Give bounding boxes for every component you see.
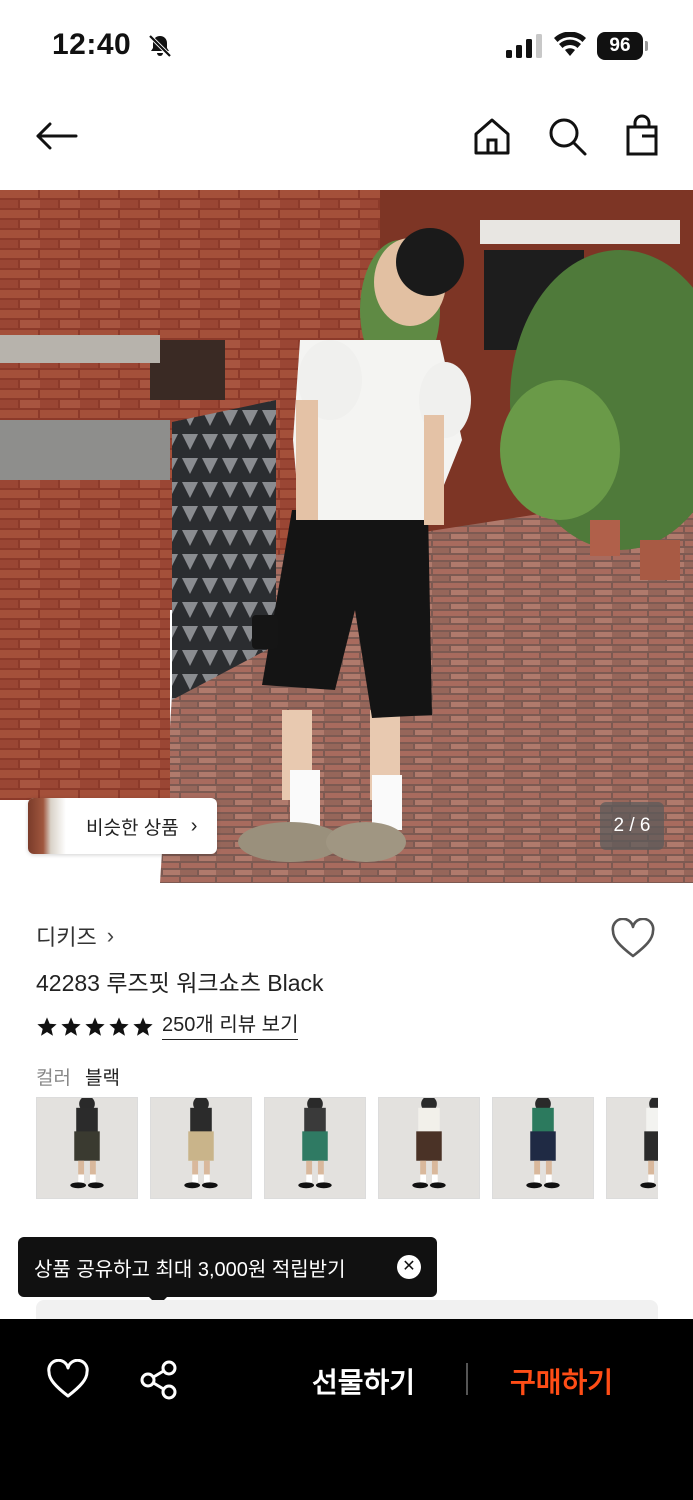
color-option-row: 컬러 블랙	[36, 1063, 120, 1090]
color-swatch[interactable]	[36, 1097, 138, 1199]
top-nav-bar	[0, 92, 693, 190]
rating-stars	[36, 1016, 154, 1038]
wifi-icon	[554, 32, 586, 56]
color-swatch[interactable]	[492, 1097, 594, 1199]
product-photo	[0, 190, 693, 883]
product-title: 42283 루즈핏 워크쇼츠 Black	[36, 970, 324, 996]
tooltip-text: 상품 공유하고 최대 3,000원 적립받기	[34, 1258, 346, 1281]
share-icon[interactable]	[138, 1359, 180, 1401]
back-arrow-icon[interactable]	[34, 114, 78, 158]
search-icon[interactable]	[545, 114, 589, 158]
star-icon	[109, 1017, 129, 1036]
brand-link[interactable]: 디키즈 ›	[36, 920, 114, 952]
similar-products-label: 비슷한 상품	[86, 817, 179, 839]
heart-icon[interactable]	[46, 1359, 90, 1401]
star-icon	[37, 1017, 57, 1036]
divider	[466, 1363, 468, 1395]
brand-name: 디키즈	[36, 925, 97, 950]
cellular-signal-icon	[506, 34, 542, 58]
star-icon	[61, 1017, 81, 1036]
buy-button[interactable]: 구매하기	[510, 1361, 613, 1401]
shopping-bag-icon[interactable]	[620, 114, 664, 158]
image-counter: 2 / 6	[600, 802, 664, 850]
color-value: 블랙	[84, 1068, 120, 1089]
share-reward-tooltip: 상품 공유하고 최대 3,000원 적립받기 ✕	[18, 1237, 437, 1297]
chevron-right-icon: ›	[190, 814, 198, 837]
home-icon[interactable]	[470, 114, 514, 158]
color-swatch-list	[36, 1097, 658, 1199]
status-bar: 12:40 96	[0, 0, 693, 92]
battery-level: 96	[597, 32, 643, 60]
review-link[interactable]: 250개 리뷰 보기	[162, 1014, 299, 1040]
info-box-edge	[36, 1300, 658, 1320]
color-swatch[interactable]	[264, 1097, 366, 1199]
product-image-carousel[interactable]: 비슷한 상품 › 2 / 6	[0, 190, 693, 883]
color-swatch[interactable]	[378, 1097, 480, 1199]
gift-button[interactable]: 선물하기	[312, 1361, 415, 1401]
similar-products-button[interactable]: 비슷한 상품 ›	[28, 798, 218, 854]
color-label: 컬러	[36, 1068, 71, 1089]
battery-tip	[645, 41, 648, 51]
chevron-right-icon: ›	[106, 923, 115, 948]
status-time: 12:40	[52, 28, 132, 61]
bottom-action-bar: 선물하기 구매하기	[0, 1319, 693, 1500]
close-icon[interactable]: ✕	[397, 1255, 421, 1279]
rating-row: 250개 리뷰 보기	[36, 1012, 299, 1042]
color-swatch[interactable]	[150, 1097, 252, 1199]
heart-icon[interactable]	[610, 918, 656, 960]
bell-slash-icon	[148, 34, 172, 58]
star-icon	[133, 1017, 153, 1036]
similar-products-thumbnail	[28, 798, 66, 854]
star-icon	[85, 1017, 105, 1036]
color-swatch[interactable]	[606, 1097, 658, 1199]
battery-icon: 96	[597, 32, 649, 60]
